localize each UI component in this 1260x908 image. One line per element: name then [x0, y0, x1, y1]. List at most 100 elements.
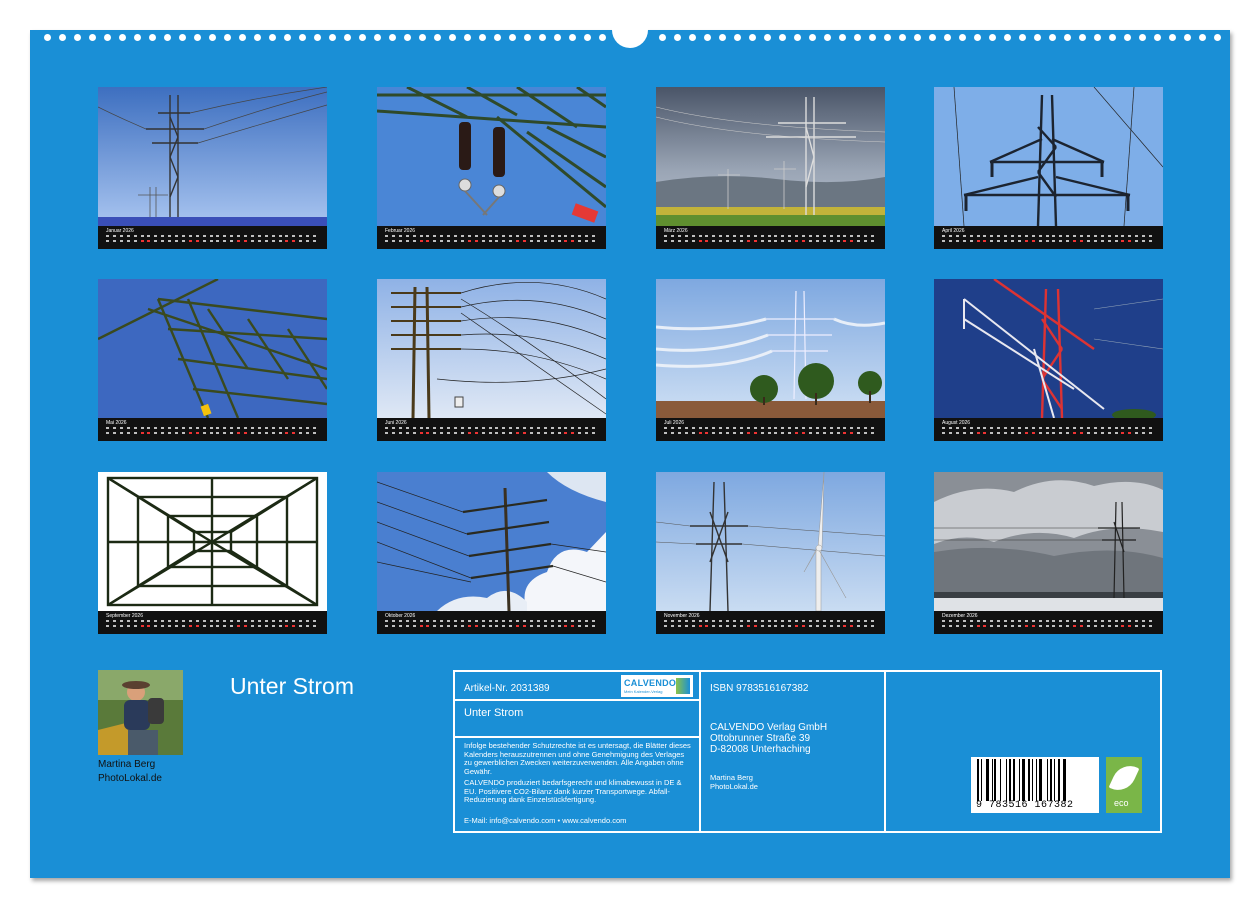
day-cell: [523, 235, 526, 237]
day-cell: [516, 235, 520, 237]
day-cell: [578, 432, 582, 434]
month-label: Februar 2026: [385, 228, 416, 234]
day-cell: [571, 432, 575, 434]
day-cell: [822, 427, 826, 429]
day-cell: [1004, 620, 1008, 622]
day-cell: [412, 625, 416, 627]
day-cell: [181, 625, 185, 627]
day-cell: [536, 432, 540, 434]
day-cell: [698, 620, 702, 622]
day-cell: [278, 620, 282, 622]
day-cell: [230, 427, 234, 429]
day-cell: [447, 240, 451, 242]
day-cell: [948, 427, 952, 429]
day-cell: [1031, 620, 1035, 622]
day-cell: [147, 240, 151, 242]
day-cell: [278, 240, 282, 242]
day-cell: [739, 625, 743, 627]
day-cell: [822, 620, 826, 622]
day-cell: [983, 620, 987, 622]
day-cell: [385, 235, 388, 237]
day-cell: [398, 427, 402, 429]
day-cell: [760, 235, 764, 237]
day-cell: [447, 432, 451, 434]
month-label: Januar 2026: [106, 228, 134, 234]
binding-hole: [854, 34, 861, 41]
day-cell: [1142, 240, 1146, 242]
calvendo-logo: CALVENDO Mein Kalender-Verlag: [621, 675, 693, 697]
day-cell: [864, 432, 868, 434]
day-cell: [405, 625, 409, 627]
day-cell: [1045, 625, 1049, 627]
day-cell: [712, 235, 716, 237]
day-cell: [767, 235, 771, 237]
binding-hole: [239, 34, 246, 41]
day-cell: [188, 427, 192, 429]
day-cell: [815, 235, 819, 237]
binding-hole: [299, 34, 306, 41]
day-cell: [447, 427, 451, 429]
day-cell: [684, 432, 688, 434]
day-cell: [474, 432, 478, 434]
day-cell: [271, 620, 275, 622]
day-cell: [306, 620, 310, 622]
month-thumbnail-september: September 2026: [98, 472, 327, 634]
day-cell: [664, 240, 667, 242]
day-cell: [313, 432, 316, 434]
day-cell: [948, 625, 952, 627]
day-cell: [760, 240, 764, 242]
day-cell: [1121, 240, 1125, 242]
binding-hole: [749, 34, 756, 41]
day-cell: [739, 432, 743, 434]
day-cell: [216, 235, 220, 237]
day-cell: [864, 235, 868, 237]
day-cell: [209, 235, 213, 237]
day-cell: [209, 432, 213, 434]
day-cell: [202, 235, 206, 237]
day-cell: [460, 427, 464, 429]
day-cell: [440, 235, 444, 237]
author-photo: [98, 670, 183, 755]
day-cell: [564, 240, 568, 242]
binding-hole: [434, 34, 441, 41]
binding-hole: [179, 34, 186, 41]
day-cell: [691, 620, 695, 622]
day-cell: [161, 240, 165, 242]
day-cell: [578, 240, 582, 242]
day-cell: [119, 235, 123, 237]
isbn-barcode: 9 783516 167382: [971, 757, 1099, 813]
day-cell: [154, 620, 158, 622]
day-cell: [306, 240, 310, 242]
day-cell: [536, 240, 540, 242]
day-cell: [106, 620, 109, 622]
day-cell: [843, 620, 847, 622]
day-cell: [822, 240, 826, 242]
day-cell: [106, 240, 109, 242]
day-cell: [1107, 625, 1111, 627]
day-cell: [488, 432, 492, 434]
day-cell: [955, 240, 959, 242]
day-cell: [405, 427, 409, 429]
day-cell: [467, 427, 471, 429]
day-cell: [230, 625, 234, 627]
day-cell: [1024, 625, 1028, 627]
month-thumbnail-july: Juli 2026: [656, 279, 885, 441]
day-cell: [733, 625, 736, 627]
day-cell: [398, 240, 402, 242]
day-cell: [1149, 620, 1152, 622]
day-cell: [557, 240, 561, 242]
day-cell: [244, 620, 247, 622]
day-cell: [306, 432, 310, 434]
day-cell: [1031, 235, 1035, 237]
day-cell: [767, 432, 771, 434]
day-cell: [684, 240, 688, 242]
barcode-bar: [994, 759, 997, 801]
binding-hole: [1214, 34, 1221, 41]
day-cell: [850, 240, 854, 242]
day-cell: [112, 240, 116, 242]
day-cell: [426, 432, 430, 434]
day-cell: [795, 432, 799, 434]
day-cell: [802, 427, 805, 429]
day-cell: [285, 240, 289, 242]
day-cell: [299, 240, 303, 242]
